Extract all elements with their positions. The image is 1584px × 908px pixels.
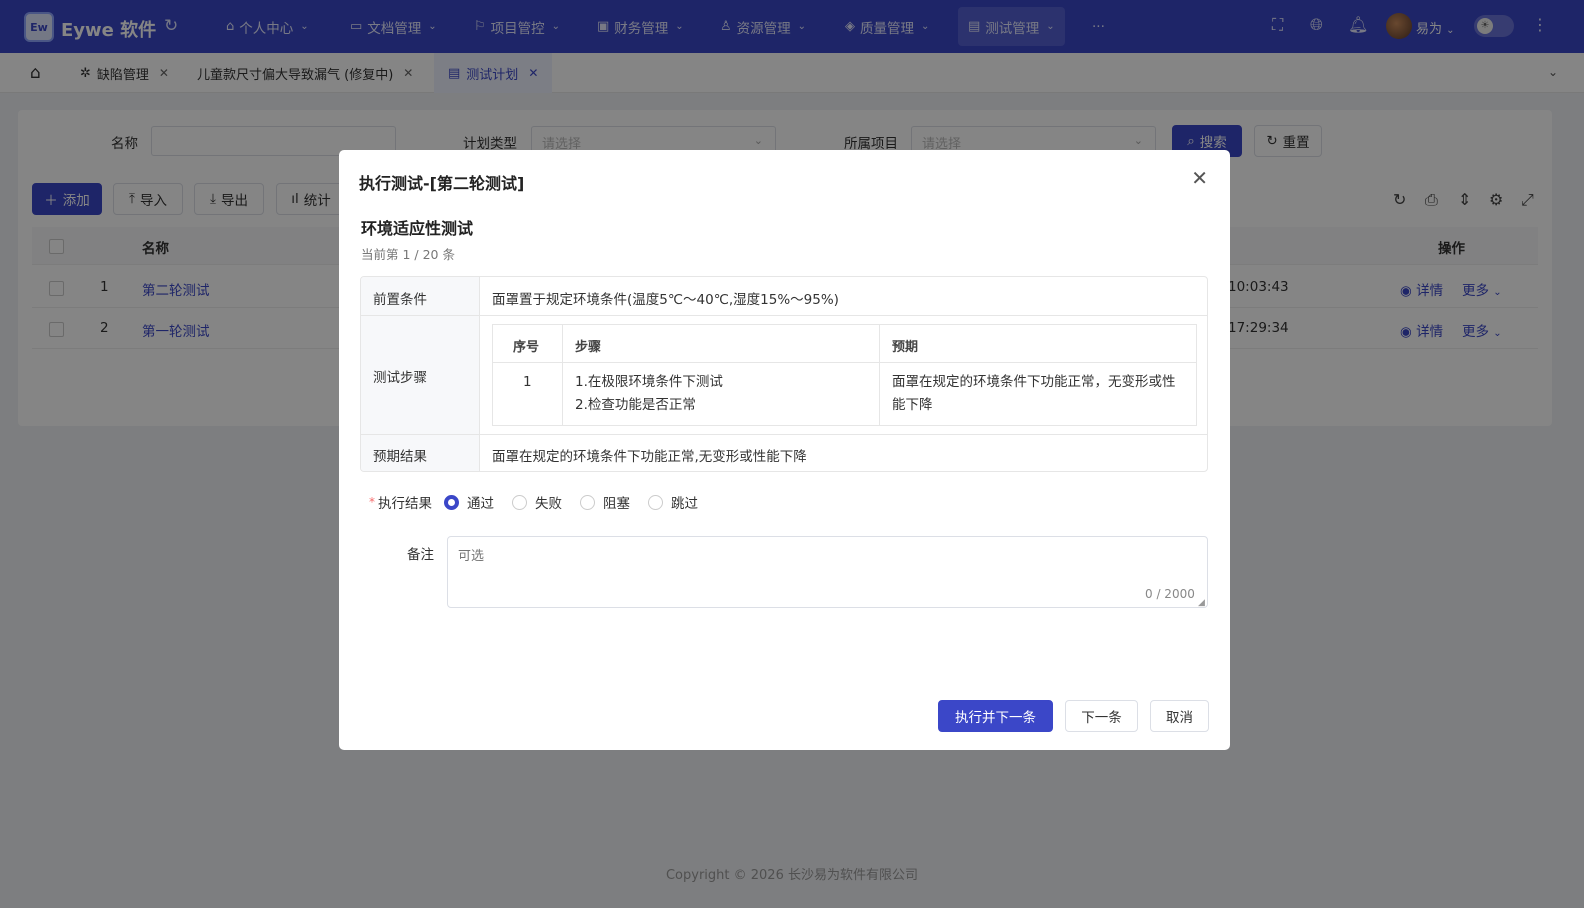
remark-textarea[interactable] — [447, 536, 1208, 608]
resize-handle-icon[interactable]: ◢ — [1198, 598, 1205, 608]
radio-label: 阻塞 — [603, 496, 630, 512]
radio-label: 失败 — [535, 496, 562, 512]
result-option-fail[interactable]: 失败 — [512, 492, 562, 512]
remark-label: 备注 — [407, 547, 434, 563]
precondition-value: 面罩置于规定环境条件(温度5℃～40℃,湿度15%～95%) — [492, 292, 839, 308]
required-marker: * — [369, 495, 375, 509]
close-icon[interactable]: ✕ — [1191, 166, 1208, 190]
radio-button[interactable] — [648, 494, 663, 510]
step-index: 1 — [523, 374, 532, 390]
radio-label: 跳过 — [671, 496, 698, 512]
result-option-blocked[interactable]: 阻塞 — [580, 492, 630, 512]
dialog-title: 执行测试-[第二轮测试] — [359, 174, 525, 193]
expected-result-label: 预期结果 — [373, 449, 427, 465]
expected-result-value: 面罩在规定的环境条件下功能正常,无变形或性能下降 — [492, 449, 807, 465]
execution-result-label: 执行结果 — [378, 496, 432, 512]
step-expected-line: 面罩在规定的环境条件下功能正常，无变形或性 — [892, 374, 1176, 390]
cancel-button[interactable]: 取消 — [1150, 700, 1209, 732]
next-button[interactable]: 下一条 — [1065, 700, 1138, 732]
result-option-pass[interactable]: 通过 — [444, 492, 494, 512]
test-steps-label: 测试步骤 — [373, 370, 427, 386]
radio-button[interactable] — [444, 494, 459, 510]
test-case-progress: 当前第 1 / 20 条 — [361, 247, 455, 262]
steps-header-expected: 预期 — [892, 340, 919, 355]
test-steps-table: 序号 步骤 预期 1 1.在极限环境条件下测试 2.检查功能是否正常 面罩在规定… — [492, 324, 1197, 426]
result-option-skip[interactable]: 跳过 — [648, 492, 698, 512]
radio-label: 通过 — [467, 496, 494, 512]
steps-header-step: 步骤 — [575, 340, 602, 355]
test-case-title: 环境适应性测试 — [361, 219, 474, 238]
step-text-line: 1.在极限环境条件下测试 — [575, 374, 723, 390]
divider — [361, 434, 1207, 435]
radio-button[interactable] — [512, 494, 527, 510]
divider — [879, 325, 880, 425]
radio-button[interactable] — [580, 494, 595, 510]
execute-test-dialog: 执行测试-[第二轮测试] ✕ 环境适应性测试 当前第 1 / 20 条 前置条件… — [339, 150, 1230, 750]
precondition-label: 前置条件 — [373, 292, 427, 308]
test-case-info-table: 前置条件 面罩置于规定环境条件(温度5℃～40℃,湿度15%～95%) 测试步骤… — [360, 276, 1208, 472]
steps-header-index: 序号 — [513, 340, 540, 355]
step-text-line: 2.检查功能是否正常 — [575, 397, 696, 413]
step-expected-line: 能下降 — [892, 397, 933, 413]
execute-and-next-button[interactable]: 执行并下一条 — [938, 700, 1053, 732]
execution-result-field: * 执行结果 通过 失败 阻塞 跳过 — [369, 492, 716, 512]
divider — [361, 315, 1207, 316]
remark-char-counter: 0 / 2000 — [1145, 587, 1195, 601]
divider — [562, 325, 563, 425]
